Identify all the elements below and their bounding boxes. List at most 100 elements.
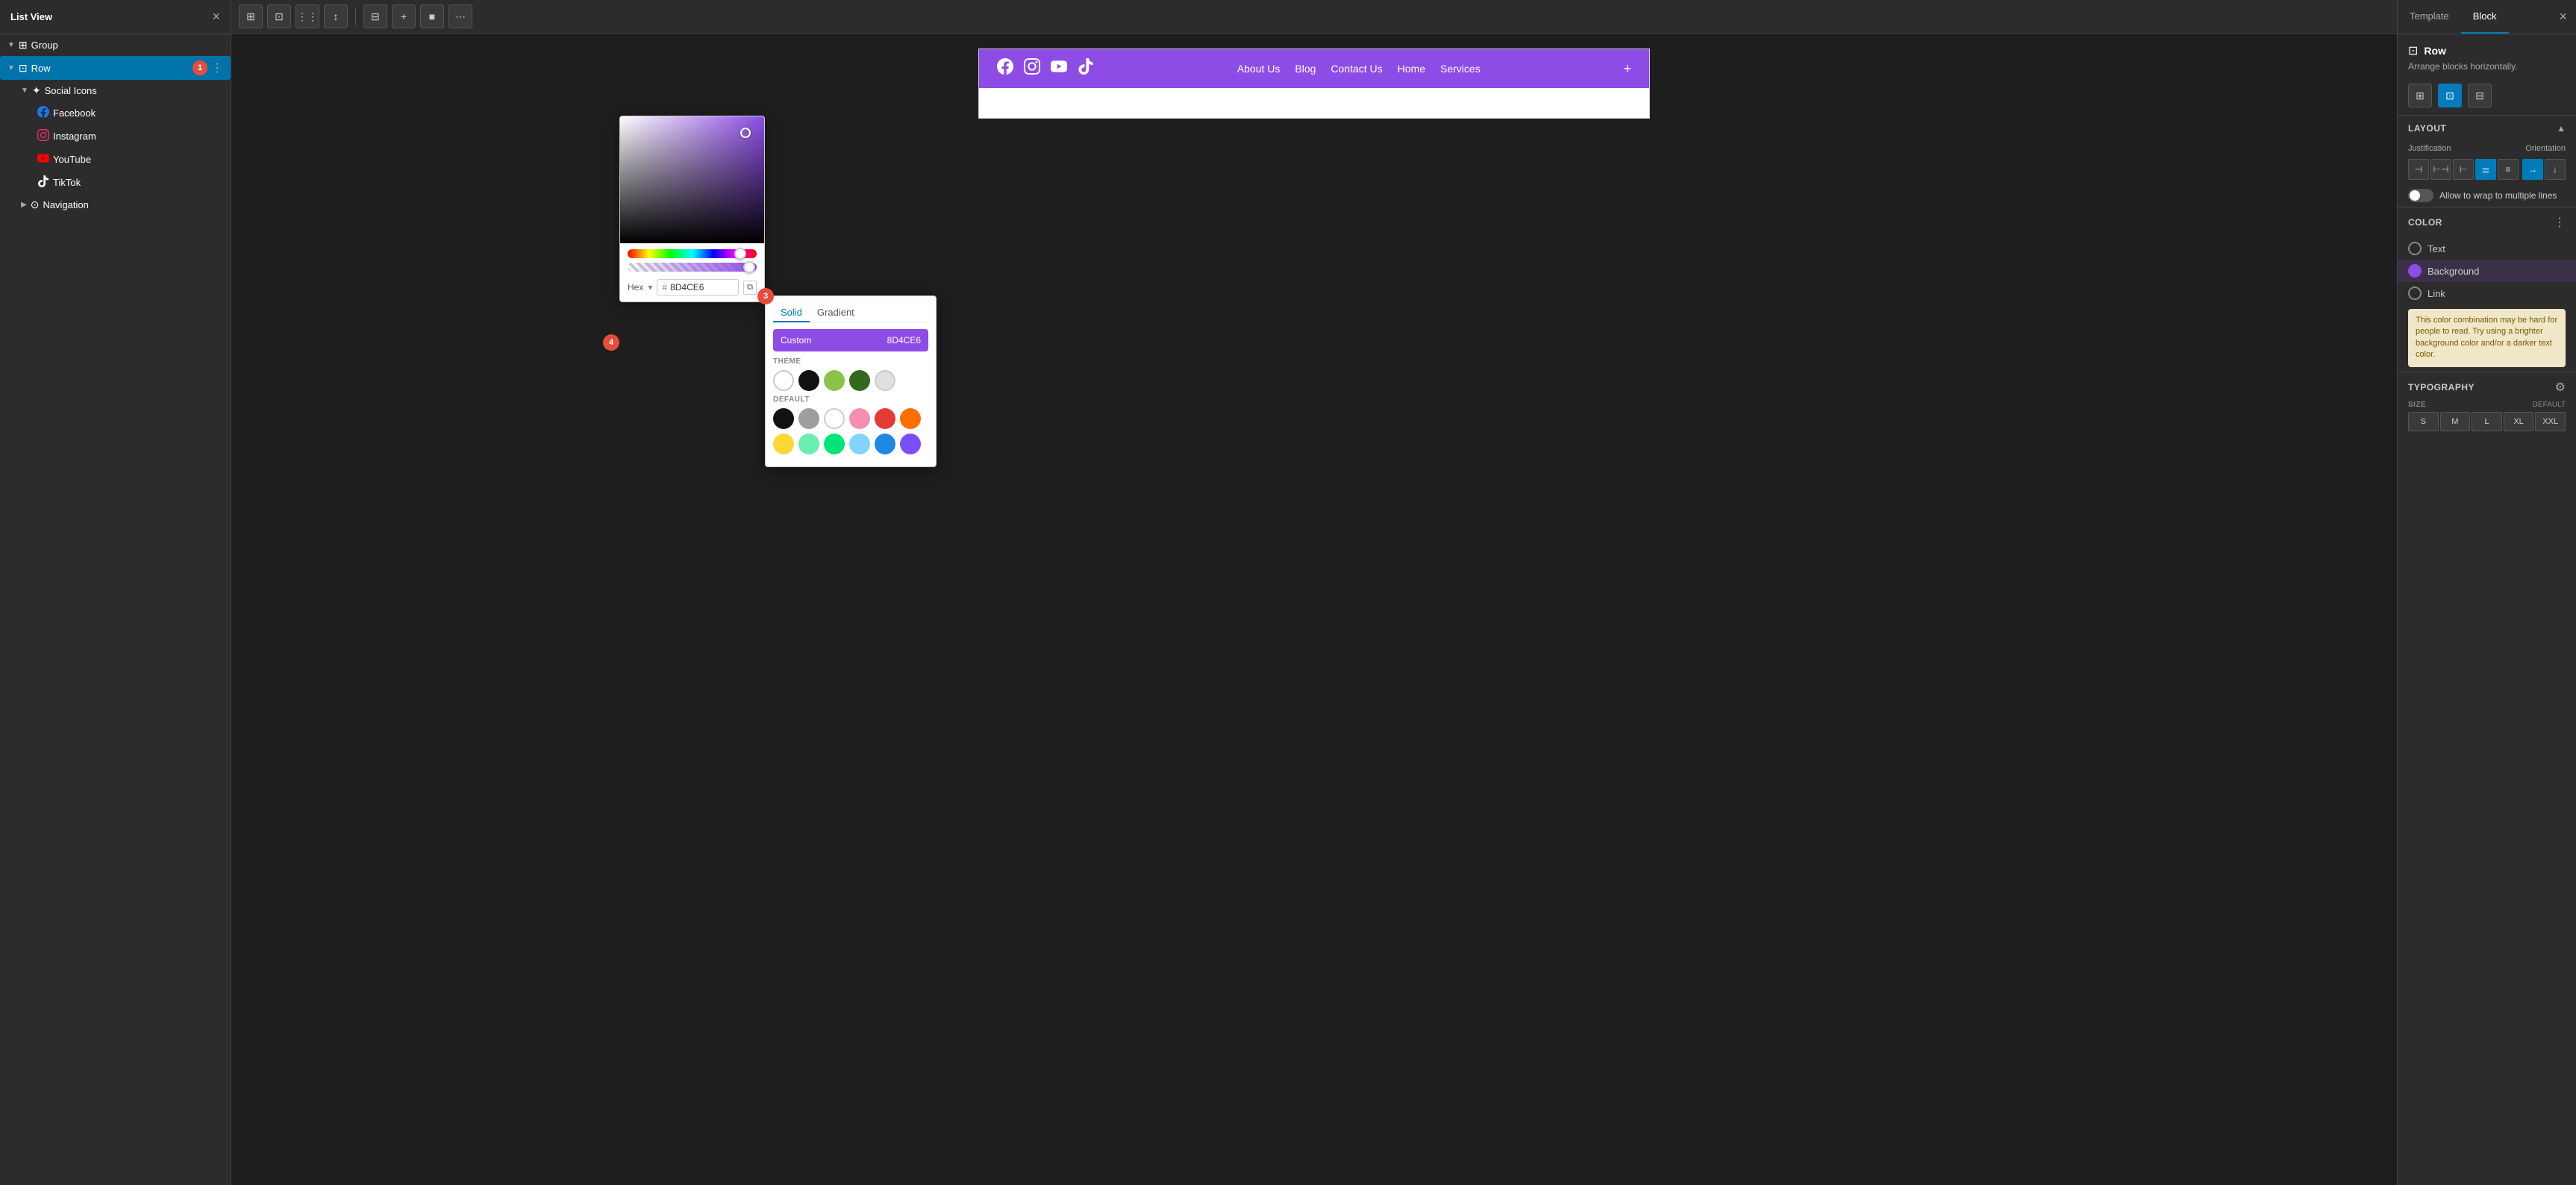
swatch-white[interactable] <box>773 370 794 391</box>
justification-row: Justification Orientation <box>2408 144 2566 153</box>
tree-item-label: Instagram <box>53 131 223 142</box>
hue-slider[interactable] <box>628 249 757 258</box>
social-icons-group <box>997 58 1094 79</box>
row-more-button[interactable]: ⋮ <box>211 60 223 75</box>
just-left-button[interactable]: ⊣ <box>2408 159 2429 180</box>
hue-slider-container <box>620 243 764 261</box>
more-button[interactable]: ⋯ <box>448 4 472 28</box>
add-block-button[interactable]: + <box>392 4 416 28</box>
swatch-d-gray[interactable] <box>798 408 819 429</box>
nav-services[interactable]: Services <box>1440 63 1481 75</box>
custom-color-row[interactable]: Custom 8D4CE6 <box>773 329 928 351</box>
swatch-light-gray[interactable] <box>875 370 895 391</box>
hex-format-selector[interactable]: ▾ <box>648 282 652 293</box>
wide-view-button[interactable]: ⊟ <box>2468 84 2492 107</box>
opacity-slider-container <box>620 261 764 276</box>
typography-more-button[interactable]: ⚙ <box>2555 380 2566 395</box>
tree-item-label: Row <box>31 63 189 74</box>
swatch-black[interactable] <box>798 370 819 391</box>
add-block-canvas-button[interactable]: + <box>1623 61 1631 77</box>
swatch-d-pink[interactable] <box>849 408 870 429</box>
size-xl-button[interactable]: XL <box>2504 412 2534 431</box>
swatch-d-green2[interactable] <box>824 434 845 454</box>
swatch-d-black[interactable] <box>773 408 794 429</box>
tree-item-navigation[interactable]: ▶ ⊙ Navigation <box>0 194 231 216</box>
size-m-button[interactable]: M <box>2440 412 2471 431</box>
swatch-d-yellow[interactable] <box>773 434 794 454</box>
tiktok-social-icon[interactable] <box>1078 58 1094 79</box>
swatch-d-orange[interactable] <box>900 408 921 429</box>
color-section-header[interactable]: Color ⋮ <box>2398 207 2576 237</box>
nav-contact[interactable]: Contact Us <box>1331 63 1382 75</box>
background-color-dot <box>2408 264 2422 278</box>
custom-value: 8D4CE6 <box>887 335 921 346</box>
duplicate-block-button[interactable]: ⊞ <box>2408 84 2432 107</box>
facebook-social-icon[interactable] <box>997 58 1013 79</box>
size-l-button[interactable]: L <box>2472 412 2502 431</box>
close-right-panel-button[interactable]: × <box>2550 3 2576 31</box>
row-icon-button[interactable]: ⊡ <box>267 4 291 28</box>
solid-tab[interactable]: Solid <box>773 304 810 322</box>
duplicate-button[interactable]: ⊞ <box>239 4 263 28</box>
just-center-button[interactable]: ⊢⊣ <box>2430 159 2451 180</box>
template-tab[interactable]: Template <box>2398 0 2461 34</box>
color-item-text[interactable]: Text <box>2398 237 2576 260</box>
size-s-button[interactable]: S <box>2408 412 2439 431</box>
instagram-social-icon[interactable] <box>1024 58 1040 79</box>
tree-item-label: Facebook <box>53 107 223 119</box>
align-left-button[interactable]: ⊟ <box>363 4 387 28</box>
swatch-d-light-green[interactable] <box>798 434 819 454</box>
nav-home[interactable]: Home <box>1398 63 1425 75</box>
close-panel-button[interactable]: × <box>212 9 220 25</box>
options-button[interactable]: ■ <box>420 4 444 28</box>
theme-section: THEME <box>773 357 928 391</box>
drag-handle[interactable]: ⋮⋮ <box>296 4 319 28</box>
orient-vertical-button[interactable]: ↓ <box>2545 159 2566 180</box>
just-stretch-button[interactable]: ≡ <box>2498 159 2519 180</box>
color-more-button[interactable]: ⋮ <box>2554 215 2566 230</box>
layout-section: Layout ▲ Justification Orientation ⊣ ⊢⊣ … <box>2398 115 2576 207</box>
tree-item-instagram[interactable]: Instagram <box>0 125 231 148</box>
color-gradient-box[interactable] <box>620 116 764 243</box>
swatch-d-blue[interactable] <box>875 434 895 454</box>
tree-item-youtube[interactable]: YouTube <box>0 148 231 171</box>
toolbar-separator <box>355 7 356 25</box>
size-xxl-button[interactable]: XXL <box>2535 412 2566 431</box>
swatch-d-purple[interactable] <box>900 434 921 454</box>
just-space-button[interactable]: ⚌ <box>2475 159 2496 180</box>
swatch-d-light-blue[interactable] <box>849 434 870 454</box>
opacity-slider[interactable] <box>628 263 757 272</box>
copy-color-button[interactable]: ⧉ <box>743 281 757 295</box>
link-color-dot <box>2408 287 2422 300</box>
tree-item-group[interactable]: ▼ ⊞ Group <box>0 34 231 56</box>
block-tab[interactable]: Block <box>2461 0 2509 34</box>
link-color-label: Link <box>2427 288 2445 299</box>
swatch-green[interactable] <box>824 370 845 391</box>
swatch-dark-green[interactable] <box>849 370 870 391</box>
nav-blog[interactable]: Blog <box>1295 63 1316 75</box>
hue-thumb[interactable] <box>734 248 746 260</box>
tree-item-facebook[interactable]: Facebook <box>0 101 231 125</box>
layout-section-header[interactable]: Layout ▲ <box>2398 116 2576 141</box>
opacity-thumb[interactable] <box>743 261 755 273</box>
youtube-social-icon[interactable] <box>1051 58 1067 79</box>
color-picker-circle[interactable] <box>740 128 751 138</box>
tree-item-label: Navigation <box>43 199 223 210</box>
swatch-d-red[interactable] <box>875 408 895 429</box>
color-item-background[interactable]: Background <box>2398 260 2576 282</box>
tree-view: ▼ ⊞ Group ▼ ⊡ Row 1 ⋮ ▼ ✦ Social Icons F… <box>0 34 231 216</box>
tree-item-tiktok[interactable]: TikTok <box>0 171 231 194</box>
chevron-icon: ▼ <box>7 64 15 72</box>
wrap-toggle[interactable] <box>2408 189 2433 202</box>
swatch-d-white[interactable] <box>824 408 845 429</box>
color-item-link[interactable]: Link <box>2398 282 2576 304</box>
move-button[interactable]: ↕ <box>324 4 348 28</box>
gradient-tab[interactable]: Gradient <box>810 304 862 322</box>
nav-about[interactable]: About Us <box>1237 63 1281 75</box>
hex-input[interactable] <box>670 282 734 293</box>
orient-horizontal-button[interactable]: → <box>2522 159 2543 180</box>
tree-item-row[interactable]: ▼ ⊡ Row 1 ⋮ <box>0 56 231 80</box>
row-view-button[interactable]: ⊡ <box>2438 84 2462 107</box>
just-right-button[interactable]: ⊢ <box>2453 159 2474 180</box>
tree-item-social-icons[interactable]: ▼ ✦ Social Icons <box>0 80 231 101</box>
